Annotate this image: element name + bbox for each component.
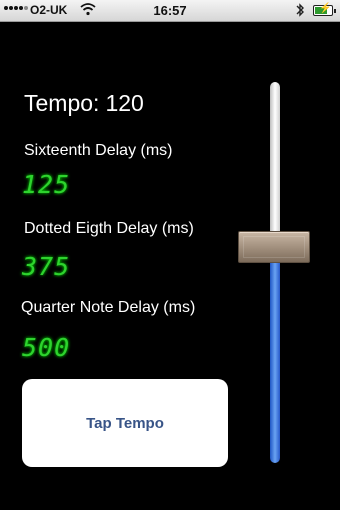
- tempo-label: Tempo:: [24, 90, 100, 116]
- tap-tempo-button[interactable]: Tap Tempo: [22, 379, 228, 467]
- tempo-slider-thumb[interactable]: [238, 231, 310, 263]
- tempo-display: Tempo: 120: [24, 90, 150, 117]
- metronome-screen: O2-UK 16:57 ⚡ Tempo: 120 Sixteenth Delay …: [0, 0, 340, 510]
- quarter-note-delay-label: Quarter Note Delay (ms): [21, 299, 196, 316]
- sixteenth-delay-value: 125: [22, 170, 71, 199]
- dotted-eighth-delay-label: Dotted Eigth Delay (ms): [24, 220, 194, 237]
- tempo-slider-track[interactable]: [266, 82, 284, 466]
- battery-icon: ⚡: [313, 3, 336, 16]
- tap-tempo-label: Tap Tempo: [86, 414, 164, 432]
- slider-track-min: [270, 260, 280, 463]
- status-bar: O2-UK 16:57 ⚡: [0, 0, 340, 22]
- quarter-note-delay-value: 500: [22, 333, 71, 362]
- dotted-eighth-delay-value: 375: [22, 252, 71, 281]
- status-time: 16:57: [153, 3, 187, 18]
- sixteenth-delay-label: Sixteenth Delay (ms): [24, 142, 173, 159]
- bluetooth-icon: [295, 2, 305, 21]
- tempo-value: 120: [105, 90, 144, 116]
